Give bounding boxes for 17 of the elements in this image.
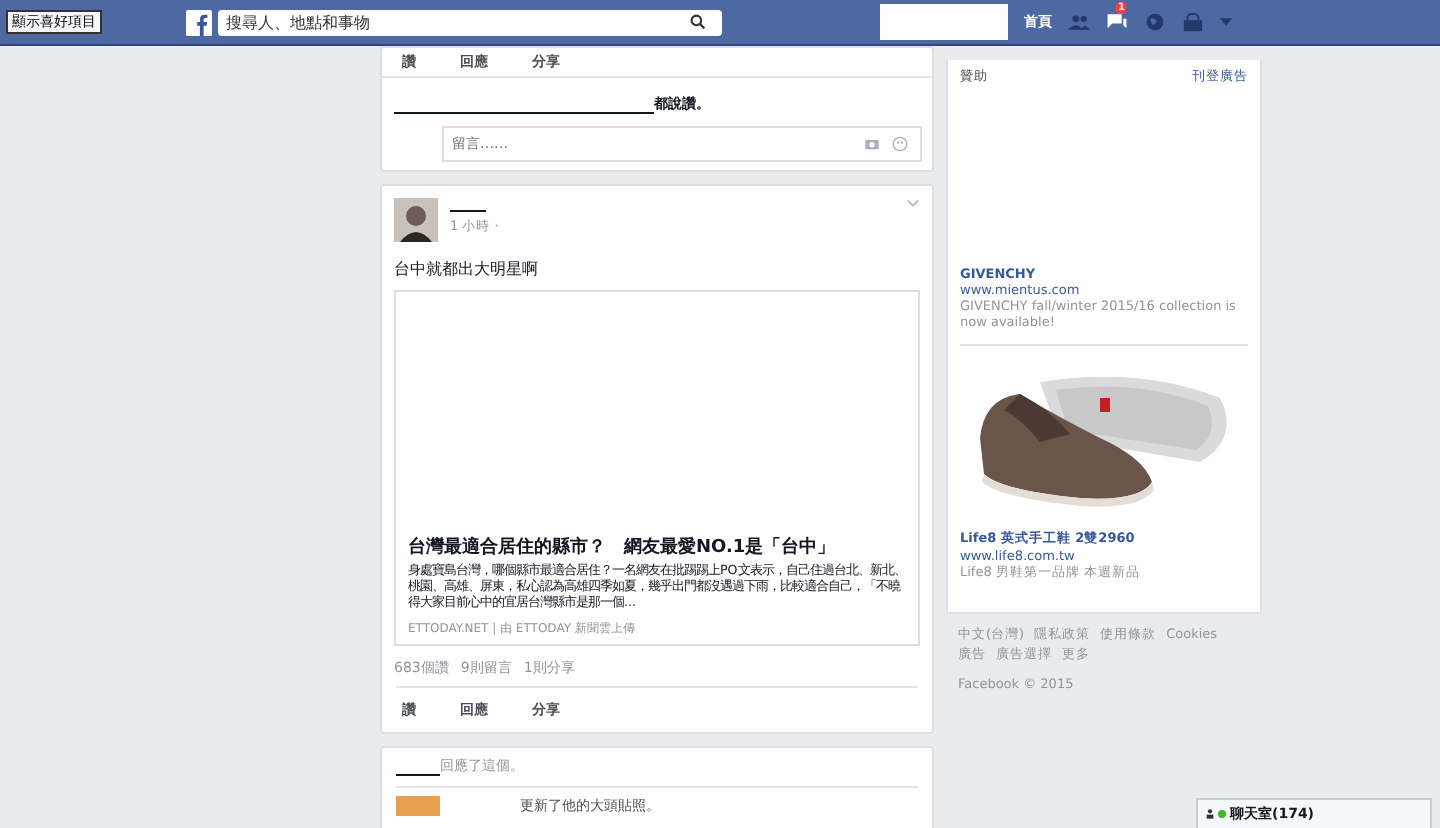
avatar-icon[interactable] bbox=[394, 198, 438, 242]
online-dot-icon bbox=[1218, 810, 1226, 818]
messages-icon[interactable] bbox=[1106, 12, 1128, 32]
link-title[interactable]: 台灣最適合居住的縣市？ 網友最愛NO.1是「台中」 bbox=[396, 528, 918, 564]
lock-icon[interactable] bbox=[1182, 12, 1204, 32]
search-icon[interactable] bbox=[690, 14, 706, 30]
person-icon bbox=[1206, 808, 1214, 820]
camera-icon[interactable] bbox=[864, 136, 880, 152]
smiley-icon[interactable] bbox=[892, 136, 908, 152]
globe-icon[interactable] bbox=[1144, 12, 1166, 32]
friends-icon[interactable] bbox=[1068, 12, 1090, 32]
search-field[interactable]: 搜尋人、地點和事物 bbox=[218, 9, 722, 35]
logo-icon[interactable] bbox=[186, 9, 212, 35]
caret-icon[interactable] bbox=[1220, 18, 1232, 26]
chevron-icon[interactable] bbox=[906, 198, 920, 208]
post-text: 台中就都出大明星啊 bbox=[392, 258, 540, 282]
search-input[interactable]: 搜尋人、地點和事物 bbox=[218, 13, 690, 31]
